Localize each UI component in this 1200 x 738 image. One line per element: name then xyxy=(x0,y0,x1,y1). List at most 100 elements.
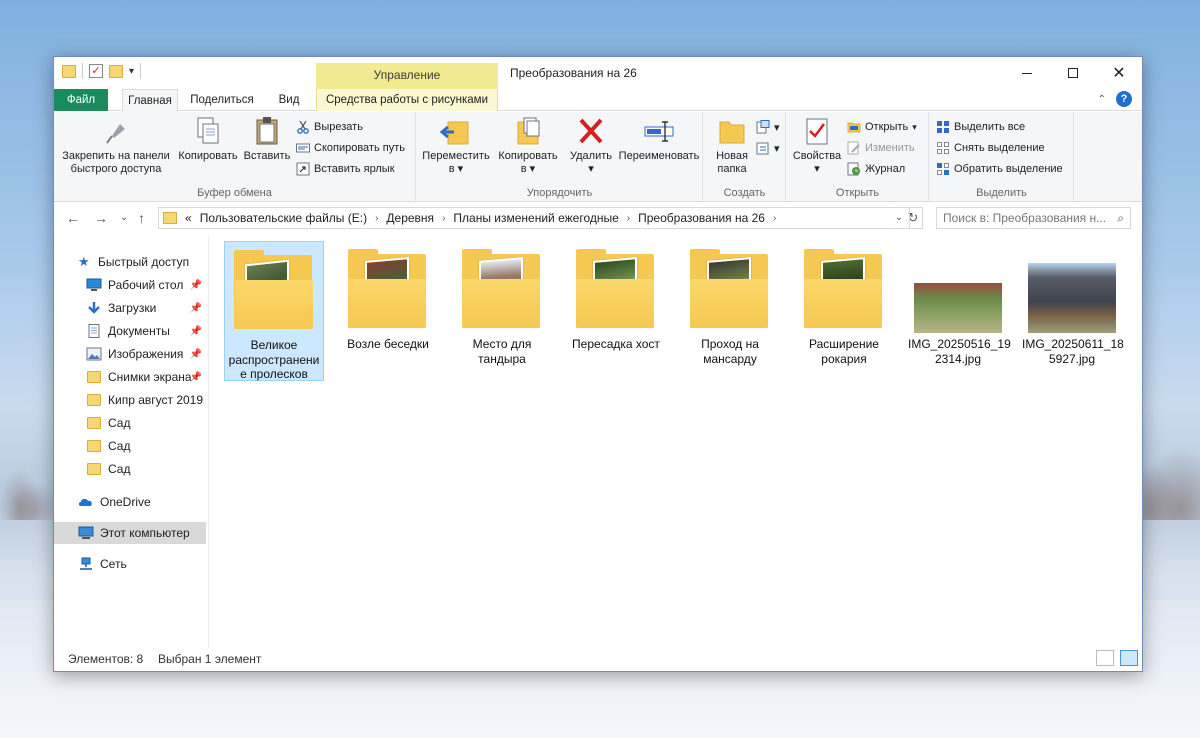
folder-item[interactable]: Пересадка хост xyxy=(566,241,666,381)
item-label: Великое xyxy=(250,338,298,352)
nav-onedrive[interactable]: OneDrive xyxy=(54,491,206,513)
paste-shortcut-button[interactable]: Вставить ярлык xyxy=(296,159,395,179)
item-label: IMG_20250516_19 xyxy=(908,337,1011,351)
nav-screenshots[interactable]: Снимки экрана 📌 xyxy=(54,366,206,388)
tab-share[interactable]: Поделиться xyxy=(184,89,260,111)
pin-icon[interactable]: 📌 xyxy=(190,349,202,360)
folder-item[interactable]: Возле беседки xyxy=(338,241,438,381)
breadcrumb-chevron-icon[interactable]: › xyxy=(627,213,630,224)
copy-path-button[interactable]: Скопировать путь xyxy=(296,138,405,158)
address-dropdown-icon[interactable]: ⌄ xyxy=(888,207,910,229)
back-arrow-icon[interactable]: ← xyxy=(66,210,80,226)
properties-dropdown-icon[interactable]: ▾ xyxy=(789,163,845,176)
clipboard-group-label: Буфер обмена xyxy=(197,187,272,199)
pin-icon[interactable]: 📌 xyxy=(190,280,202,291)
breadcrumb-drive[interactable]: Пользовательские файлы (E:) xyxy=(200,211,367,225)
tab-file[interactable]: Файл xyxy=(54,89,108,111)
delete-button[interactable]: Удалить ▾ xyxy=(565,116,617,175)
folder-icon[interactable] xyxy=(62,64,76,78)
computer-icon xyxy=(78,526,94,540)
nav-folder-garden-3[interactable]: Сад xyxy=(54,458,206,480)
breadcrumb-chevron-icon[interactable]: › xyxy=(375,213,378,224)
cut-button[interactable]: Вырезать xyxy=(296,117,363,137)
pin-icon[interactable]: 📌 xyxy=(190,372,202,383)
large-icons-view-icon[interactable] xyxy=(1120,650,1138,666)
history-button[interactable]: Журнал xyxy=(847,159,905,179)
nav-network[interactable]: Сеть xyxy=(54,553,206,575)
folder-item[interactable]: Расширение рокария xyxy=(794,241,894,381)
select-all-button[interactable]: Выделить все xyxy=(936,117,1025,137)
nav-documents[interactable]: Документы 📌 xyxy=(54,320,206,342)
folder-item[interactable]: Проход на мансарду xyxy=(680,241,780,381)
delete-dropdown-icon[interactable]: ▾ xyxy=(565,163,617,176)
breadcrumb-overflow[interactable]: « xyxy=(185,211,192,225)
minimize-button[interactable] xyxy=(1004,57,1050,89)
separator xyxy=(82,63,83,79)
open-button[interactable]: Открыть ▾ xyxy=(847,117,917,137)
invert-selection-button[interactable]: Обратить выделение xyxy=(936,159,1063,179)
maximize-button[interactable] xyxy=(1050,57,1096,89)
breadcrumb-chevron-icon[interactable]: › xyxy=(442,213,445,224)
recent-locations-icon[interactable]: ⌄ xyxy=(120,212,128,223)
delete-x-icon xyxy=(575,116,607,146)
image-item[interactable]: IMG_20250611_18 5927.jpg xyxy=(1022,241,1124,381)
folder-item[interactable]: Великое распространени е пролесков xyxy=(224,241,324,381)
new-folder-icon[interactable] xyxy=(109,64,123,78)
nav-this-pc[interactable]: Этот компьютер xyxy=(54,522,206,544)
new-folder-button[interactable]: Новая папка xyxy=(708,116,756,175)
help-icon[interactable]: ? xyxy=(1116,91,1132,107)
copy-button[interactable]: Копировать xyxy=(176,116,240,163)
properties-button[interactable]: Свойства ▾ xyxy=(789,116,845,175)
paste-shortcut-label: Вставить ярлык xyxy=(314,163,395,175)
pin-icon[interactable]: 📌 xyxy=(190,303,202,314)
rename-button[interactable]: Переименовать xyxy=(617,116,701,163)
image-item[interactable]: IMG_20250516_19 2314.jpg xyxy=(908,241,1011,381)
properties-check-icon[interactable]: ✓ xyxy=(89,64,103,78)
open-folder-icon xyxy=(847,120,861,134)
folder-front xyxy=(462,279,540,328)
new-item-button[interactable]: ▾ xyxy=(756,117,780,137)
nav-pictures[interactable]: Изображения 📌 xyxy=(54,343,206,365)
rename-label: Переименовать xyxy=(618,150,700,162)
move-to-button[interactable]: Переместить в ▾ xyxy=(421,116,491,175)
search-input[interactable]: Поиск в: Преобразования н... ⌕ xyxy=(936,207,1131,229)
folder-item[interactable]: Место для тандыра xyxy=(452,241,552,381)
up-arrow-icon[interactable]: ↑ xyxy=(138,210,145,226)
photo-preview xyxy=(1028,263,1116,333)
select-none-button[interactable]: Снять выделение xyxy=(936,138,1045,158)
item-label: 5927.jpg xyxy=(1048,351,1096,366)
nav-folder-garden-1[interactable]: Сад xyxy=(54,412,206,434)
breadcrumb-current[interactable]: Преобразования на 26 xyxy=(638,211,765,225)
breadcrumb-plans[interactable]: Планы изменений ежегодные xyxy=(453,211,618,225)
search-icon: ⌕ xyxy=(1117,211,1124,225)
nav-folder-cyprus[interactable]: Кипр август 2019 xyxy=(54,389,206,411)
customize-toolbar-dropdown-icon[interactable]: ▾ xyxy=(129,66,134,77)
pin-to-quick-access-button[interactable]: Закрепить на панели быстрого доступа xyxy=(60,116,172,175)
pin-icon[interactable]: 📌 xyxy=(190,326,202,337)
cut-label: Вырезать xyxy=(314,121,363,133)
details-view-icon[interactable] xyxy=(1096,650,1114,666)
edit-button[interactable]: Изменить xyxy=(847,138,915,158)
paste-button[interactable]: Вставить xyxy=(242,116,292,163)
tab-home[interactable]: Главная xyxy=(122,89,178,112)
nav-desktop[interactable]: Рабочий стол 📌 xyxy=(54,274,206,296)
easy-access-button[interactable]: ▾ xyxy=(756,138,780,158)
copy-to-icon xyxy=(512,116,544,146)
copy-label: Копировать xyxy=(178,150,238,162)
tab-view[interactable]: Вид xyxy=(270,89,308,111)
nav-downloads[interactable]: Загрузки 📌 xyxy=(54,297,206,319)
close-button[interactable]: ✕ xyxy=(1096,57,1142,89)
collapse-ribbon-icon[interactable]: ⌃ xyxy=(1098,94,1106,105)
new-item-dropdown-icon: ▾ xyxy=(774,121,780,134)
breadcrumb-chevron-icon[interactable]: › xyxy=(773,213,776,224)
copy-to-button[interactable]: Копировать в ▾ xyxy=(493,116,563,175)
nav-folder-garden-2[interactable]: Сад xyxy=(54,435,206,457)
nav-quick-access[interactable]: ★ Быстрый доступ xyxy=(54,251,206,273)
forward-arrow-icon[interactable]: → xyxy=(94,210,108,226)
tab-picture-tools[interactable]: Средства работы с рисунками xyxy=(316,89,498,111)
ribbon: Закрепить на панели быстрого доступа Коп… xyxy=(54,112,1142,202)
address-bar[interactable]: « Пользовательские файлы (E:) › Деревня … xyxy=(158,207,923,229)
navigation-bar: ← → ⌄ ↑ « Пользовательские файлы (E:) › … xyxy=(54,203,1142,235)
new-group: Новая папка ▾ ▾ Создать xyxy=(704,112,786,202)
breadcrumb-village[interactable]: Деревня xyxy=(386,211,434,225)
